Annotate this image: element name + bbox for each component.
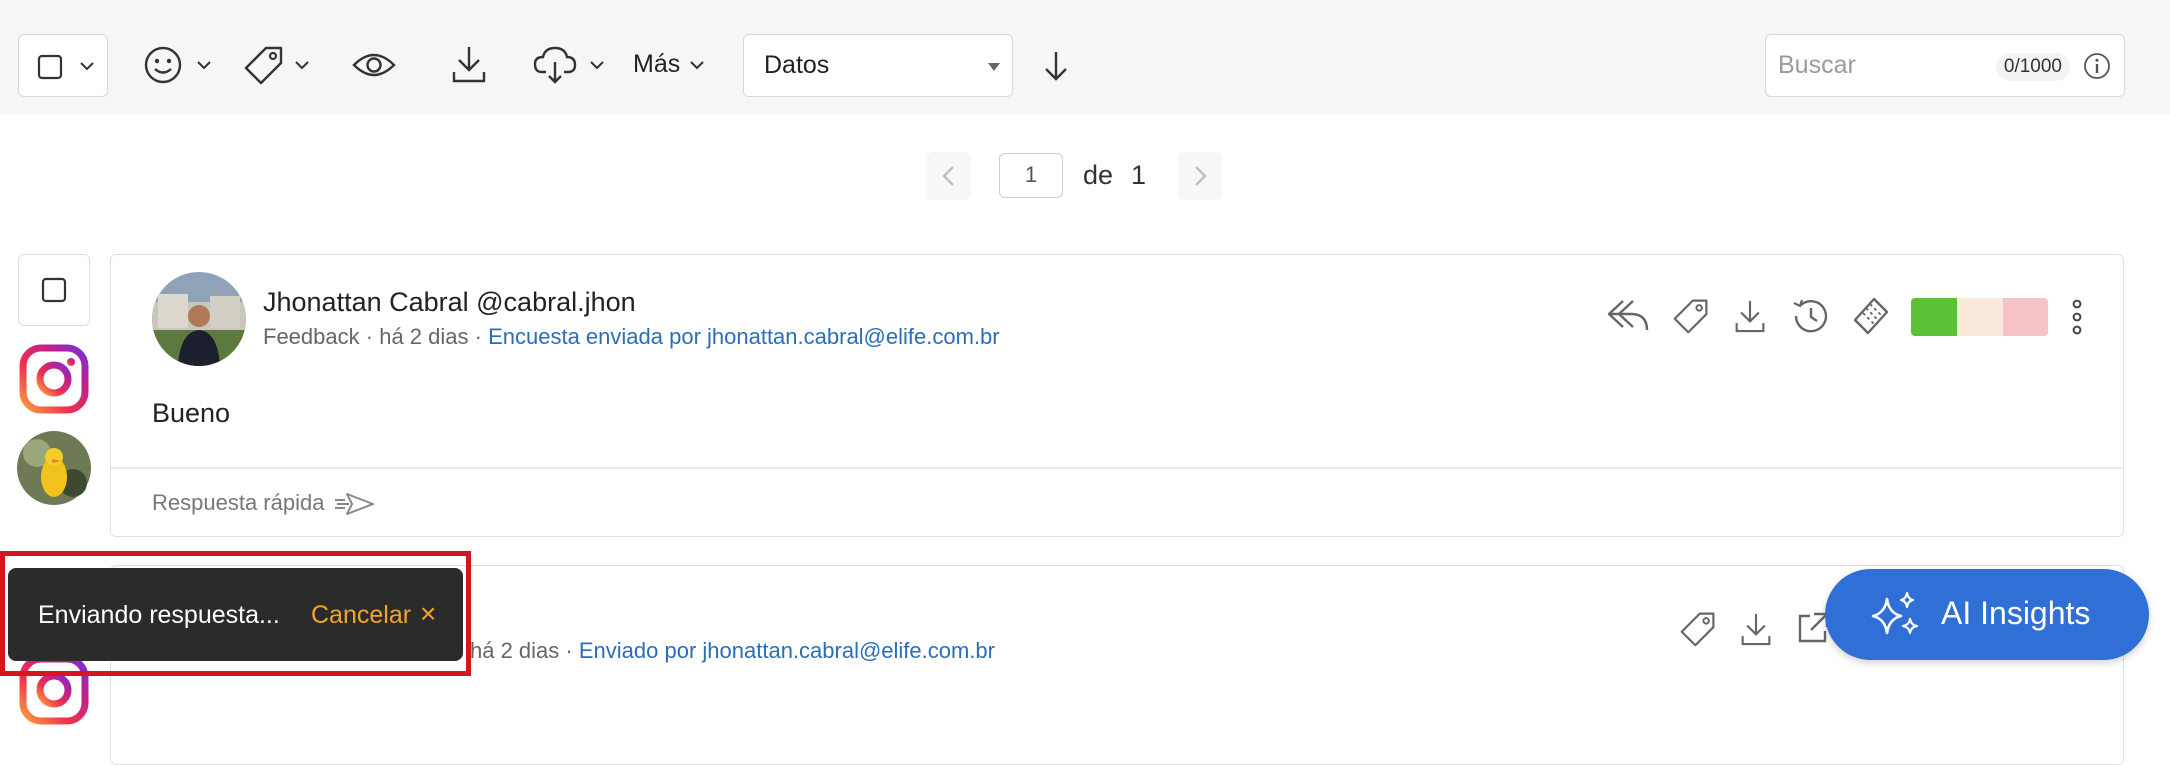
sentiment-bar[interactable] (1911, 298, 2048, 336)
sort-direction-arrow-icon[interactable] (1042, 49, 1070, 83)
search-field[interactable]: Buscar 0/1000 (1765, 34, 2125, 97)
sort-select[interactable]: Datos (743, 34, 1013, 97)
author-avatar (152, 272, 246, 366)
more-vertical-icon[interactable] (2070, 298, 2084, 336)
tag-icon[interactable] (1679, 610, 1717, 648)
emoji-icon[interactable] (143, 45, 183, 85)
post-checkbox[interactable] (18, 254, 90, 326)
post-meta: Feedback · há 2 dias · Encuesta enviada … (263, 324, 1000, 350)
chevron-down-icon[interactable] (689, 59, 705, 71)
eye-icon[interactable] (352, 49, 396, 81)
ai-insights-label: AI Insights (1941, 595, 2091, 631)
meta-separator: · (474, 324, 489, 349)
post-meta: há 2 dias · Enviado por jhonattan.cabral… (470, 638, 995, 664)
meta-separator: · (365, 324, 380, 349)
pager-prev-button[interactable] (927, 152, 971, 200)
download-icon[interactable] (1734, 298, 1766, 334)
select-all-dropdown[interactable] (18, 34, 108, 97)
download-icon[interactable] (451, 44, 487, 84)
ai-insights-button[interactable]: AI Insights (1825, 569, 2149, 660)
chevron-down-icon (79, 60, 95, 72)
search-counter: 0/1000 (1995, 53, 2070, 81)
cloud-download-icon[interactable] (533, 44, 577, 84)
card-divider (110, 467, 2122, 469)
post-source-link[interactable]: Enviado por jhonattan.cabral@elife.com.b… (579, 638, 995, 663)
post-source-link[interactable]: Encuesta enviada por jhonattan.cabral@el… (488, 324, 1000, 349)
pager-page-input[interactable]: 1 (999, 153, 1063, 198)
download-icon[interactable] (1740, 611, 1772, 647)
pager-next-button[interactable] (1178, 152, 1222, 200)
history-icon[interactable] (1790, 297, 1830, 335)
account-avatar (17, 431, 91, 505)
instagram-icon (19, 344, 89, 414)
pager-total-pages: 1 (1131, 160, 1147, 190)
meta-separator: · (565, 638, 579, 663)
search-placeholder: Buscar (1778, 51, 1856, 79)
chevron-down-icon[interactable] (196, 59, 212, 71)
checkbox-icon (37, 54, 63, 80)
info-icon[interactable] (2083, 52, 2111, 80)
post-time: há 2 dias (379, 324, 469, 349)
pager-of-label: de (1083, 160, 1114, 190)
chevron-down-icon[interactable] (294, 59, 310, 71)
toolbar: Más Datos Buscar 0/1000 (0, 0, 2170, 115)
post-time: há 2 dias (470, 638, 560, 663)
tag-icon[interactable] (1672, 297, 1710, 335)
author-name[interactable]: Jhonattan Cabral @cabral.jhon (263, 287, 636, 318)
ticket-icon[interactable] (1852, 296, 1890, 336)
sparkles-icon (1867, 589, 1923, 641)
post-body: Bueno (152, 398, 231, 428)
quick-send-icon[interactable] (333, 491, 377, 517)
quick-reply-button[interactable]: Respuesta rápida (152, 490, 324, 516)
highlight-frame (0, 551, 471, 676)
tag-icon[interactable] (243, 44, 285, 86)
reply-icon[interactable] (1605, 297, 1651, 333)
post-type: Feedback (263, 324, 360, 349)
sort-select-value: Datos (764, 51, 830, 79)
checkbox-icon (41, 277, 67, 303)
chevron-down-icon[interactable] (589, 59, 605, 71)
chevron-right-icon (1194, 165, 1208, 187)
more-menu-button[interactable]: Más (633, 50, 680, 79)
chevron-left-icon (941, 165, 955, 187)
caret-down-icon (987, 62, 1001, 72)
